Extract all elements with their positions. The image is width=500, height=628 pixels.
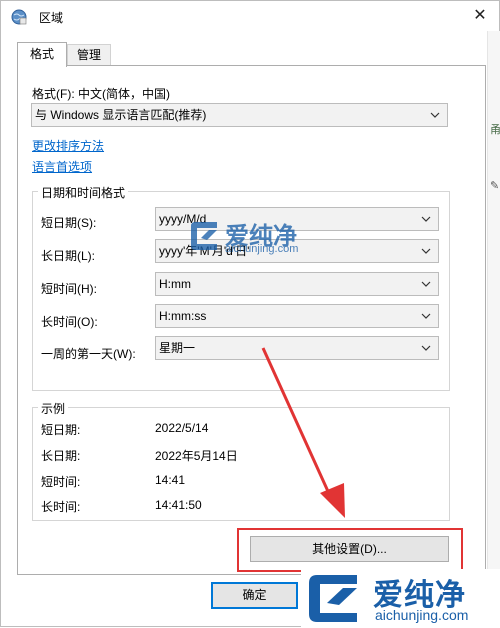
- corner-logo-icon: [309, 575, 357, 622]
- corner-watermark-url: aichunjing.com: [375, 607, 469, 623]
- tab-label: 格式: [29, 47, 54, 61]
- annotation-arrow: [261, 347, 345, 518]
- tab-format[interactable]: 格式: [17, 42, 67, 67]
- corner-watermark-logo: 爱纯净 aichunjing.com: [301, 569, 500, 628]
- watermark-logo-icon: [191, 222, 217, 250]
- region-dialog: 区域 ✕ 甬 ✎ 管理 格式 格式(F): 中文(简体，中国) 与 Window…: [0, 0, 500, 628]
- watermark-url: aichunjing.com: [225, 243, 299, 255]
- watermark-logo: 爱纯净 aichunjing.com: [187, 216, 327, 256]
